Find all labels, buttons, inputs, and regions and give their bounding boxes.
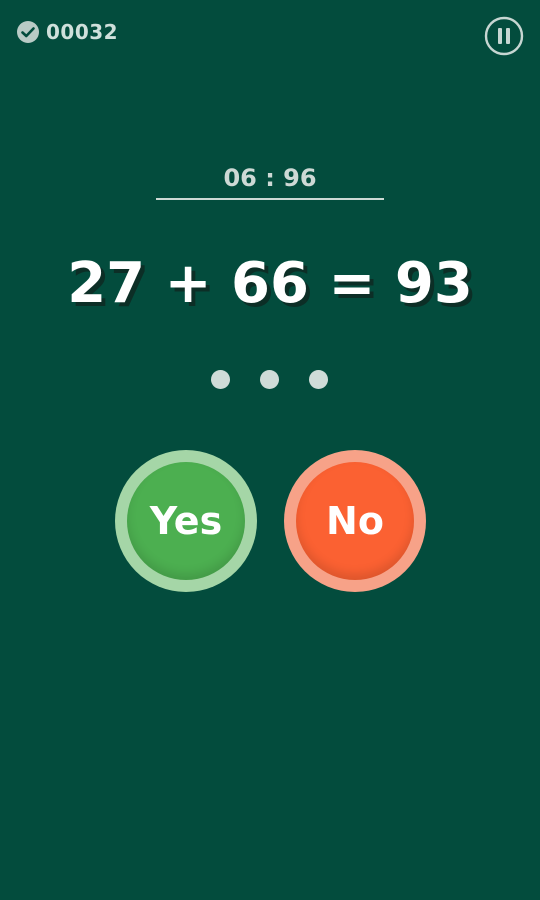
equation: 27 + 66 = 93 [67,251,473,316]
progress-dot [260,370,279,389]
timer: 06 : 96 [156,160,384,202]
yes-button-label: Yes [127,462,245,580]
check-circle-icon [17,21,39,43]
no-button[interactable]: No [284,450,426,592]
timer-value: 06 : 96 [223,164,317,192]
score-display: 00032 [16,20,118,44]
timer-underline [156,198,384,200]
no-button-label: No [296,462,414,580]
score-value: 00032 [46,20,119,44]
progress-dot [211,370,230,389]
progress-dots [0,370,540,390]
top-bar: 00032 [0,0,540,70]
pause-icon [484,16,524,56]
yes-button[interactable]: Yes [115,450,257,592]
progress-dot [309,370,328,389]
pause-button[interactable] [484,16,524,56]
